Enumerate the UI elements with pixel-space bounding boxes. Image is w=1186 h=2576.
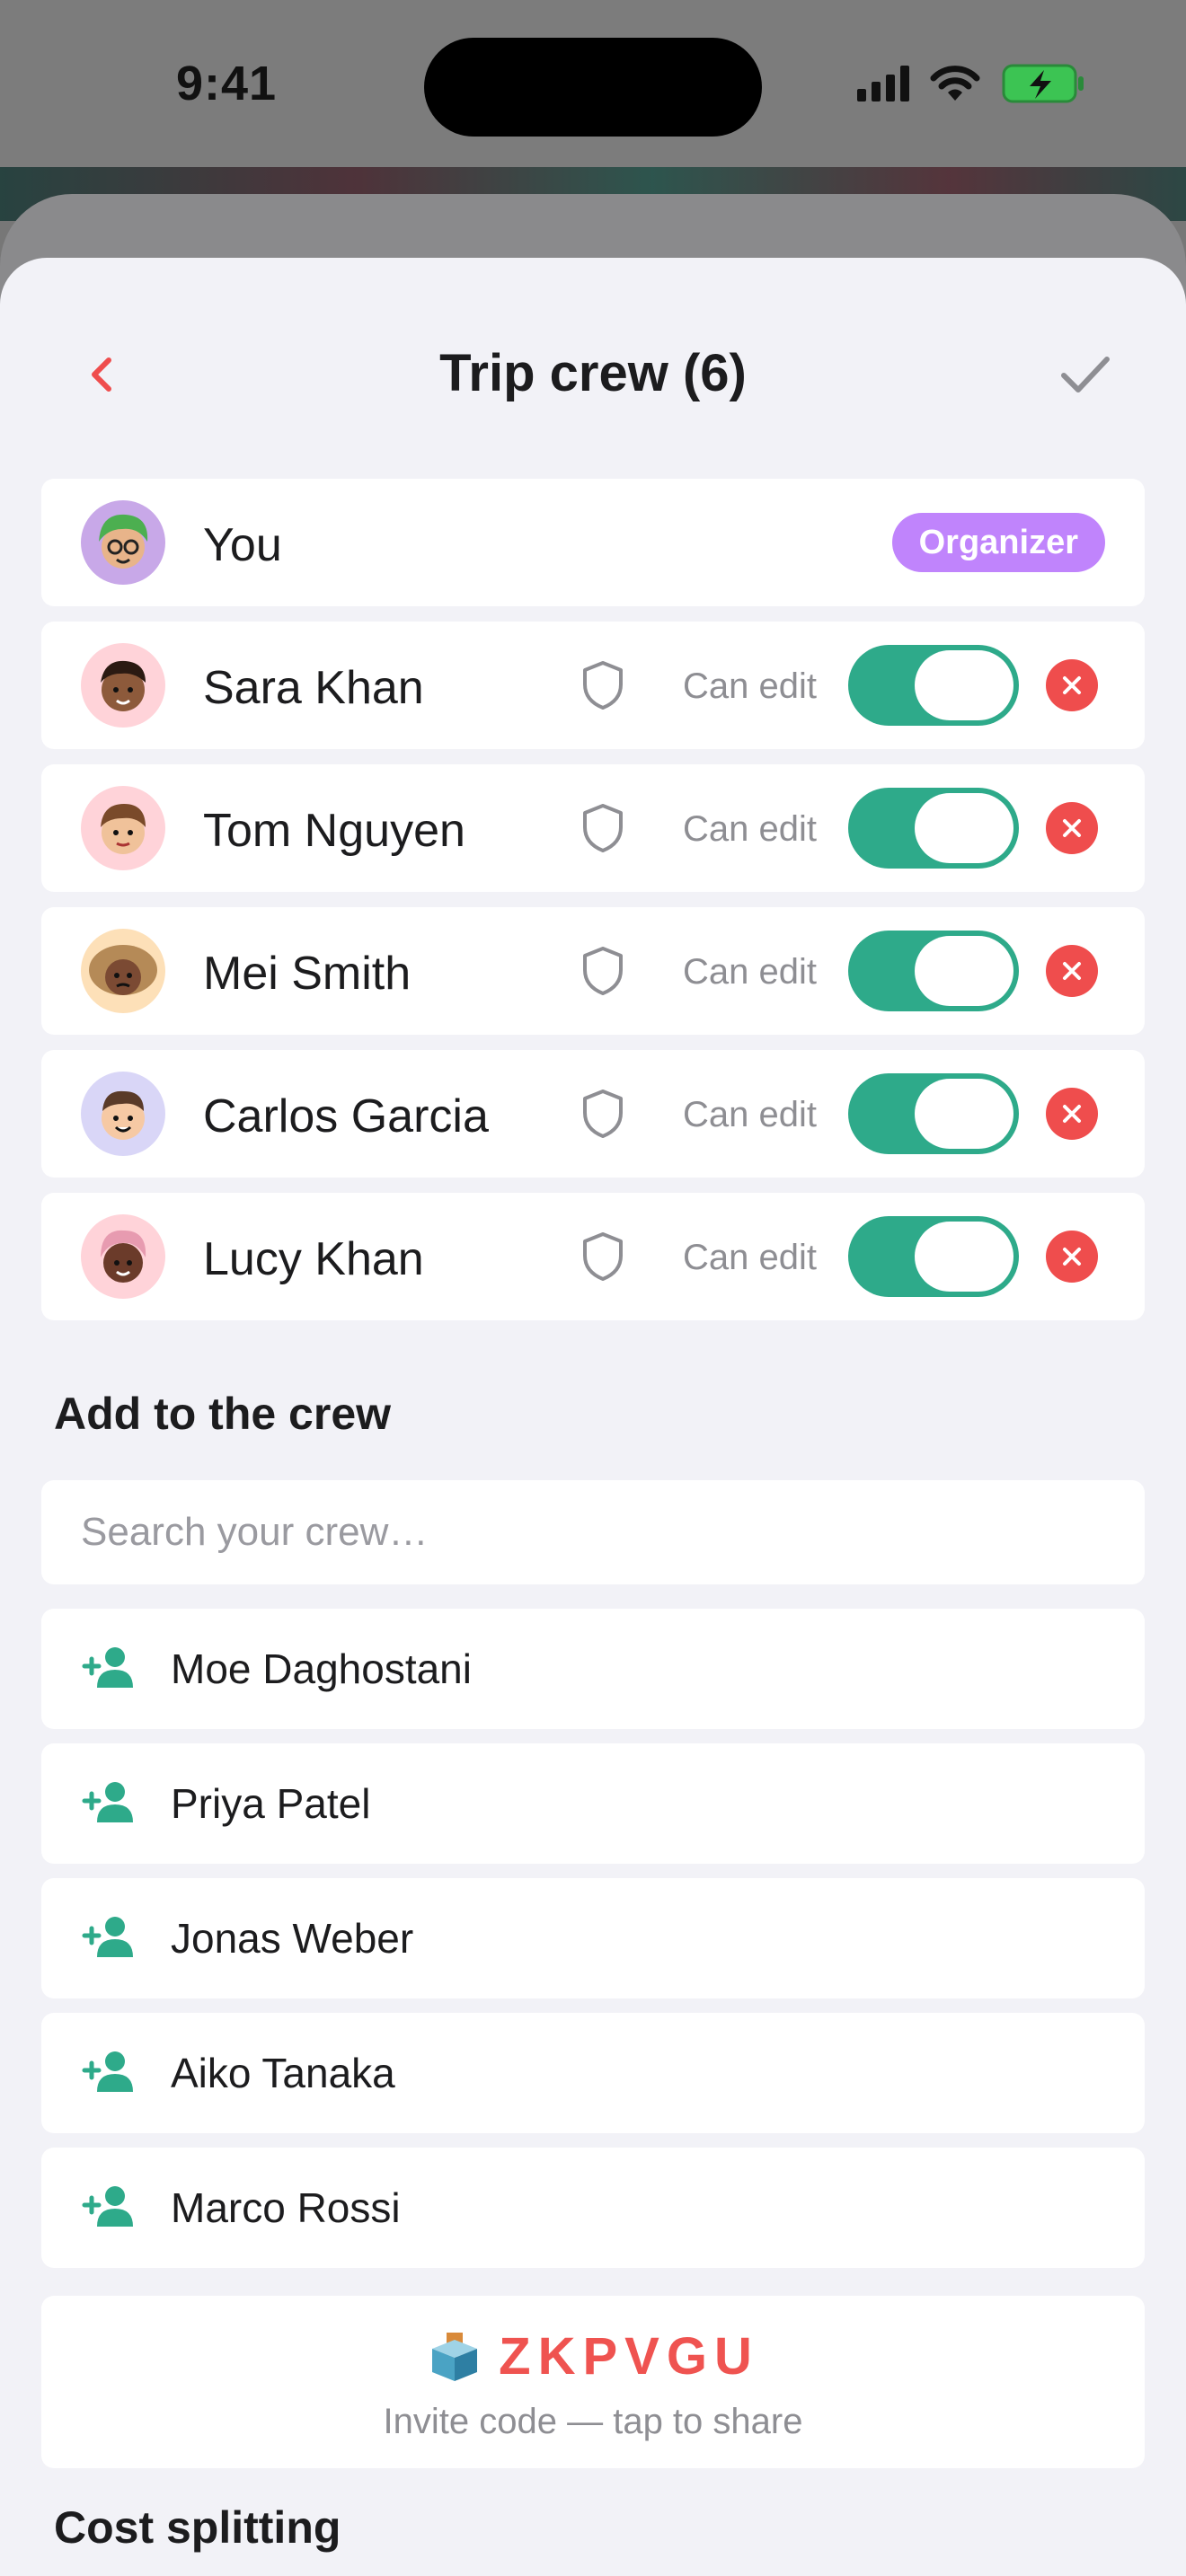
status-icons xyxy=(857,63,1085,104)
remove-member-button[interactable] xyxy=(1046,1088,1098,1140)
permission-label: Can edit xyxy=(683,952,817,992)
avatar xyxy=(81,643,165,728)
shield-icon xyxy=(580,1231,625,1287)
ballot-box-icon xyxy=(432,2332,478,2381)
invite-hint: Invite code — tap to share xyxy=(383,2402,803,2441)
permission-label: Can edit xyxy=(683,1238,817,1277)
member-name: Carlos Garcia xyxy=(203,1090,489,1142)
remove-member-button[interactable] xyxy=(1046,802,1098,854)
add-person-icon xyxy=(81,1779,137,1829)
can-edit-toggle[interactable] xyxy=(848,1216,1019,1297)
add-person-icon xyxy=(81,2049,137,2098)
member-row: Tom Nguyen Can edit xyxy=(41,764,1145,892)
status-bar: 9:41 xyxy=(0,0,1186,167)
member-row: Mei Smith Can edit xyxy=(41,907,1145,1035)
close-icon xyxy=(1063,962,1081,980)
shield-icon xyxy=(580,1088,625,1144)
add-section-title: Add to the crew xyxy=(54,1389,392,1439)
invite-code: ZKPVGU xyxy=(499,2327,759,2386)
member-name: Mei Smith xyxy=(203,948,412,1000)
member-row: Lucy Khan Can edit xyxy=(41,1193,1145,1320)
candidate-name: Jonas Weber xyxy=(171,1915,414,1962)
done-button[interactable] xyxy=(1049,339,1121,410)
candidate-name: Moe Daghostani xyxy=(171,1645,472,1692)
member-name: Tom Nguyen xyxy=(203,805,465,857)
shield-icon xyxy=(580,945,625,1001)
can-edit-toggle[interactable] xyxy=(848,1073,1019,1154)
candidate-name: Priya Patel xyxy=(171,1780,371,1827)
invite-code-card[interactable]: ZKPVGU Invite code — tap to share xyxy=(41,2296,1145,2468)
organizer-badge: Organizer xyxy=(891,513,1105,572)
remove-member-button[interactable] xyxy=(1046,945,1098,997)
shield-icon xyxy=(580,802,625,859)
close-icon xyxy=(1063,1105,1081,1123)
dynamic-island xyxy=(424,38,762,137)
candidate-name: Aiko Tanaka xyxy=(171,2050,395,2096)
remove-member-button[interactable] xyxy=(1046,659,1098,711)
nav-bar: Trip crew (6) xyxy=(0,258,1186,491)
search-input[interactable] xyxy=(41,1480,1145,1584)
permission-label: Can edit xyxy=(683,666,817,706)
can-edit-toggle[interactable] xyxy=(848,788,1019,869)
candidate-row[interactable]: Marco Rossi xyxy=(41,2148,1145,2268)
cost-splitting-title: Cost splitting xyxy=(54,2502,341,2553)
add-person-icon xyxy=(81,1914,137,1963)
avatar xyxy=(81,500,165,585)
candidate-row[interactable]: Jonas Weber xyxy=(41,1878,1145,1998)
avatar xyxy=(81,929,165,1013)
wifi-icon xyxy=(930,66,980,101)
close-icon xyxy=(1063,1248,1081,1266)
close-icon xyxy=(1063,819,1081,837)
candidate-row[interactable]: Priya Patel xyxy=(41,1743,1145,1864)
can-edit-toggle[interactable] xyxy=(848,645,1019,726)
member-row: Sara Khan Can edit xyxy=(41,622,1145,749)
add-person-icon xyxy=(81,2183,137,2233)
trip-crew-sheet: Trip crew (6) You Organizer Sara Khan Ca… xyxy=(0,258,1186,2576)
can-edit-toggle[interactable] xyxy=(848,931,1019,1011)
candidate-name: Marco Rossi xyxy=(171,2184,401,2231)
candidate-row[interactable]: Moe Daghostani xyxy=(41,1609,1145,1729)
add-person-icon xyxy=(81,1645,137,1694)
member-name: You xyxy=(203,519,282,571)
candidate-row[interactable]: Aiko Tanaka xyxy=(41,2013,1145,2133)
checkmark-icon xyxy=(1061,357,1110,393)
member-name: Lucy Khan xyxy=(203,1233,424,1285)
permission-label: Can edit xyxy=(683,1095,817,1134)
member-row: Carlos Garcia Can edit xyxy=(41,1050,1145,1178)
status-time: 9:41 xyxy=(176,57,278,110)
avatar xyxy=(81,1214,165,1299)
close-icon xyxy=(1063,676,1081,694)
remove-member-button[interactable] xyxy=(1046,1231,1098,1283)
permission-label: Can edit xyxy=(683,809,817,849)
avatar xyxy=(81,786,165,870)
cellular-signal-icon xyxy=(857,66,909,101)
page-title: Trip crew (6) xyxy=(439,344,747,402)
member-name: Sara Khan xyxy=(203,662,424,714)
shield-icon xyxy=(580,659,625,716)
battery-charging-icon xyxy=(1002,64,1084,103)
member-row-you: You Organizer xyxy=(41,479,1145,606)
avatar xyxy=(81,1072,165,1156)
